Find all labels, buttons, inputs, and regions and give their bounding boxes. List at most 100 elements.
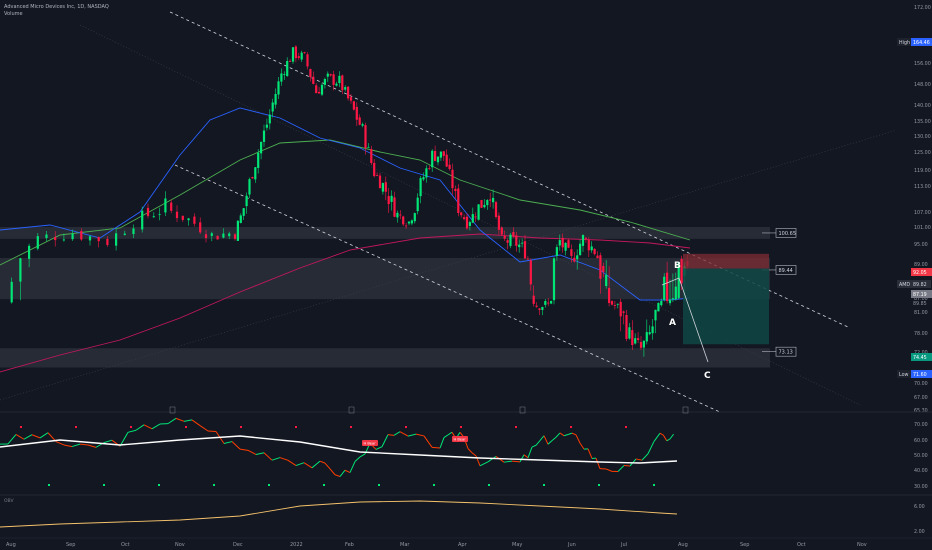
price-chart[interactable]: 100.6589.4473.13BAC172.00164.00156.00148… bbox=[0, 0, 932, 550]
rsi-segment bbox=[662, 434, 668, 442]
signal-dot bbox=[433, 484, 435, 486]
rsi-segment bbox=[439, 437, 445, 449]
rsi-segment bbox=[527, 446, 533, 458]
signal-dot bbox=[378, 484, 380, 486]
candle-body bbox=[239, 215, 242, 223]
candle-body bbox=[19, 258, 22, 282]
chart-legend: Advanced Micro Devices Inc, 1D, NASDAQ V… bbox=[4, 4, 109, 18]
candle-body bbox=[358, 117, 361, 125]
candle-body bbox=[349, 97, 353, 101]
rsi-segment bbox=[143, 424, 153, 430]
rsi-segment bbox=[329, 468, 336, 476]
candle-body bbox=[599, 255, 602, 279]
rsi-tick: 40.00 bbox=[914, 468, 928, 474]
signal-dot bbox=[515, 426, 517, 428]
candle-body bbox=[544, 301, 547, 305]
candle-body bbox=[399, 214, 402, 216]
candle-body bbox=[477, 204, 480, 220]
signal-dot bbox=[625, 426, 627, 428]
price-tick: 130.00 bbox=[914, 134, 931, 140]
date-tick: Sep bbox=[740, 542, 749, 548]
candle-body bbox=[146, 207, 150, 216]
candle-body bbox=[286, 61, 289, 76]
rsi-segment bbox=[471, 452, 477, 457]
price-tick: 107.00 bbox=[914, 210, 931, 216]
divergence-marker: H Bear bbox=[364, 442, 377, 446]
candle-body bbox=[500, 227, 503, 235]
price-tick: 101.00 bbox=[914, 225, 931, 231]
rsi-segment bbox=[127, 429, 137, 433]
candle-body bbox=[303, 52, 306, 54]
candle-body bbox=[242, 208, 245, 216]
candle-body bbox=[639, 342, 643, 348]
date-tick: Oct bbox=[797, 542, 806, 548]
price-tick: 125.00 bbox=[914, 150, 931, 156]
date-tick: Jul bbox=[620, 542, 627, 548]
rsi-segment bbox=[151, 423, 161, 430]
candle-body bbox=[45, 234, 48, 239]
candle-body bbox=[608, 287, 611, 304]
rsi-segment bbox=[167, 417, 177, 425]
price-tick: 89.00 bbox=[914, 262, 928, 268]
rsi-segment bbox=[295, 462, 305, 467]
signal-dot bbox=[543, 484, 545, 486]
rsi-segment bbox=[567, 432, 573, 435]
price-tick: 140.00 bbox=[914, 103, 931, 109]
rsi-segment bbox=[63, 444, 73, 448]
rsi-segment bbox=[339, 469, 346, 477]
rsi-segment bbox=[555, 432, 561, 438]
candle-body bbox=[204, 234, 208, 238]
candle-body bbox=[454, 188, 457, 192]
candle-body bbox=[642, 340, 645, 348]
candle-body bbox=[535, 305, 538, 307]
divergence-marker: H Bear bbox=[454, 438, 467, 442]
candle-body bbox=[233, 234, 237, 239]
low-value: 71.60 bbox=[913, 372, 927, 378]
signal-dot bbox=[48, 484, 50, 486]
candle-body bbox=[532, 295, 535, 304]
rsi-segment bbox=[635, 458, 643, 461]
candle-body bbox=[329, 74, 332, 76]
candle-body bbox=[637, 338, 640, 341]
candle-body bbox=[506, 240, 509, 243]
candle-body bbox=[425, 168, 428, 178]
candle-body bbox=[71, 233, 74, 240]
rsi-segment bbox=[563, 434, 569, 437]
candle-body bbox=[486, 200, 489, 206]
rsi-average bbox=[0, 435, 678, 464]
rsi-segment bbox=[531, 444, 537, 448]
candle-body bbox=[666, 272, 669, 302]
candle-body bbox=[509, 234, 512, 246]
rsi-segment bbox=[103, 439, 113, 444]
rsi-segment bbox=[415, 433, 425, 437]
candle-body bbox=[262, 130, 266, 142]
rsi-segment bbox=[587, 448, 593, 459]
rsi-segment bbox=[423, 435, 433, 448]
rsi-segment bbox=[87, 444, 97, 448]
candle-body bbox=[570, 249, 573, 256]
date-tick: Jun bbox=[567, 542, 576, 548]
candle-body bbox=[193, 216, 196, 224]
candle-body bbox=[370, 149, 373, 164]
candle-body bbox=[465, 216, 469, 229]
signal-dot bbox=[158, 484, 160, 486]
rsi-segment bbox=[617, 465, 625, 472]
signal-dot bbox=[20, 426, 22, 428]
rsi-segment bbox=[479, 461, 489, 467]
rsi-segment bbox=[23, 434, 33, 440]
ticker-label: AMD bbox=[899, 282, 910, 288]
candle-body bbox=[448, 164, 451, 170]
candle-body bbox=[436, 156, 440, 163]
candle-body bbox=[158, 214, 161, 216]
candle-body bbox=[663, 276, 666, 300]
rsi-segment bbox=[431, 446, 441, 449]
candle-body bbox=[483, 204, 486, 208]
candle-body bbox=[584, 237, 587, 239]
rsi-segment bbox=[647, 441, 655, 454]
signal-dot bbox=[295, 426, 297, 428]
rsi-segment bbox=[669, 433, 675, 440]
price-tick: 67.00 bbox=[914, 395, 928, 401]
candle-body bbox=[654, 309, 657, 321]
signal-dot bbox=[103, 484, 105, 486]
date-tick: Nov bbox=[175, 542, 185, 548]
